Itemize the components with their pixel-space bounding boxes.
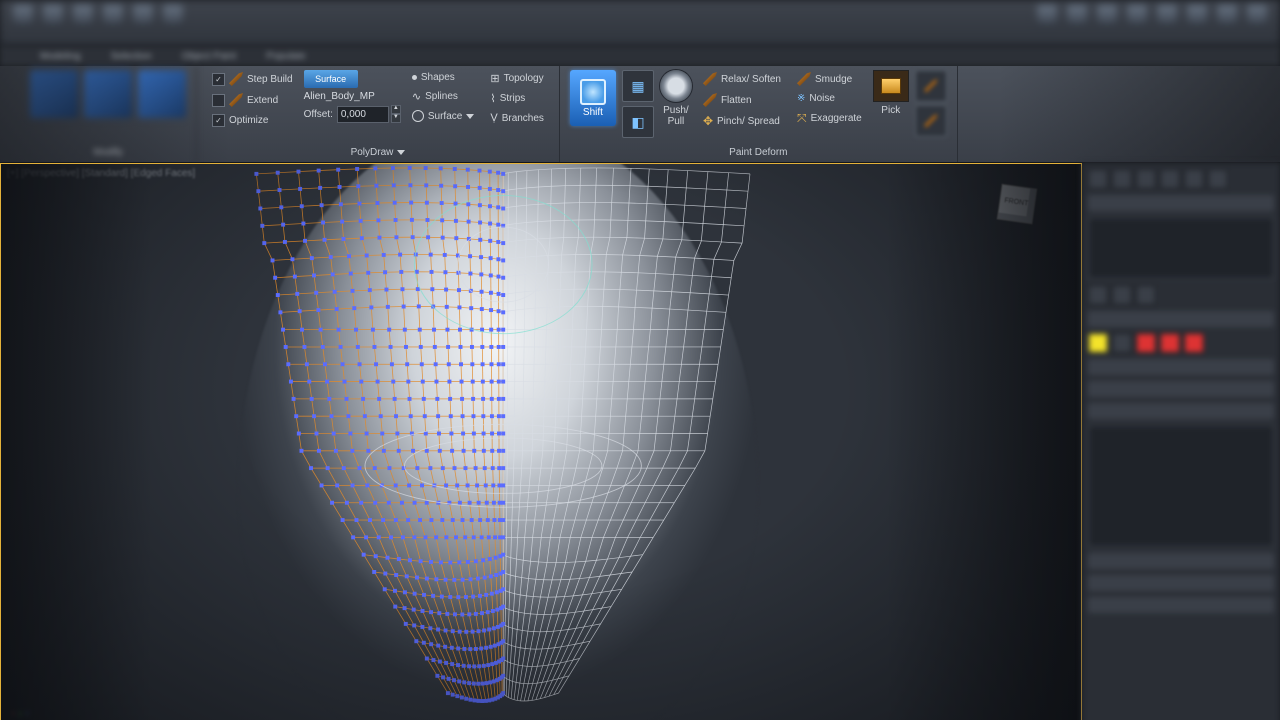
extend-checkbox[interactable] — [212, 94, 225, 107]
exaggerate-button[interactable]: ⤧ Exaggerate — [792, 109, 867, 128]
flatten-button[interactable]: Flatten — [698, 91, 786, 109]
relax-label: Relax/ Soften — [721, 74, 781, 85]
surface-mode-button[interactable]: Surface — [304, 70, 358, 88]
splines-button[interactable]: ∿ Splines — [407, 88, 479, 105]
brush-icon — [703, 72, 717, 86]
pencil-icon — [229, 72, 243, 86]
brush-icon — [703, 93, 717, 107]
pencil-icon — [229, 93, 243, 107]
object-name-label: Alien_Body_MP — [304, 91, 401, 102]
chevron-down-icon — [466, 114, 474, 119]
viewcube[interactable]: FRONT — [997, 184, 1038, 225]
strips-icon: ⌇ — [490, 92, 495, 105]
noise-label: Noise — [809, 93, 835, 104]
pinch-icon: ✥ — [703, 114, 713, 128]
paintdeform-panel-label[interactable]: Paint Deform — [570, 144, 947, 160]
strips-button[interactable]: ⌇ Strips — [485, 90, 549, 107]
polydraw-panel: ✓ Step Build Extend ✓ Optimize Surface — [197, 66, 560, 162]
smudge-label: Smudge — [815, 74, 852, 85]
branches-button[interactable]: Ṿ Branches — [485, 110, 549, 126]
chevron-down-icon — [397, 150, 405, 155]
spinner-down-icon[interactable]: ▼ — [391, 114, 401, 123]
constrain2-button[interactable]: ◧ — [622, 106, 654, 138]
ribbon: Modify ✓ Step Build Extend ✓ Optimize — [0, 66, 1280, 163]
shift-button[interactable]: Shift — [570, 70, 616, 126]
stepbuild-button[interactable]: ✓ Step Build — [207, 70, 298, 88]
splines-label: Splines — [425, 91, 458, 102]
optimize-label: Optimize — [229, 115, 268, 126]
pick-button[interactable] — [873, 70, 909, 102]
noise-button[interactable]: ※ Noise — [792, 91, 867, 106]
pinch-button[interactable]: ✥ Pinch/ Spread — [698, 112, 786, 130]
spline-icon: ∿ — [412, 90, 421, 103]
circle-icon — [412, 110, 424, 122]
wireframe-overlay — [1, 164, 1081, 720]
topology-button[interactable]: ⊞ Topology — [485, 70, 549, 87]
branches-icon: Ṿ — [490, 112, 497, 124]
strips-label: Strips — [500, 93, 526, 104]
pick-label: Pick — [881, 105, 900, 116]
paintdeform-panel: Shift ▦ ◧ Push/ Pull Relax/ Soften — [560, 66, 958, 162]
pinch-label: Pinch/ Spread — [717, 116, 780, 127]
smudge-button[interactable]: Smudge — [792, 70, 867, 88]
shift-icon — [580, 79, 606, 105]
paint-options2-button[interactable] — [915, 105, 947, 137]
ribbon-tabs-blur: ModelingSelectionObject PaintPopulate — [0, 46, 1280, 66]
exaggerate-icon: ⤧ — [797, 111, 807, 126]
relax-button[interactable]: Relax/ Soften — [698, 70, 786, 88]
flatten-label: Flatten — [721, 95, 752, 106]
viewport[interactable]: [+] [Perspective] [Standard] [Edged Face… — [0, 163, 1082, 720]
optimize-button[interactable]: ✓ Optimize — [207, 112, 298, 129]
offset-spinner[interactable]: ▲▼ — [337, 105, 401, 123]
titlebar-blur — [0, 0, 1280, 46]
offset-input[interactable] — [337, 106, 389, 123]
shift-label: Shift — [583, 107, 603, 118]
surface-button[interactable]: Surface — [407, 108, 479, 124]
shapes-button[interactable]: Shapes — [407, 70, 479, 85]
pushpull-label: Push/ Pull — [663, 105, 689, 127]
dot-icon — [412, 75, 417, 80]
pushpull-icon — [660, 70, 692, 102]
noise-icon: ※ — [797, 93, 805, 104]
stepbuild-label: Step Build — [247, 74, 293, 85]
extend-button[interactable]: Extend — [207, 91, 298, 109]
paint-options-button[interactable] — [915, 70, 947, 102]
topology-icon: ⊞ — [490, 72, 499, 85]
command-panel-blur — [1082, 163, 1280, 720]
grid-icon: ▦ — [631, 78, 644, 95]
topology-label: Topology — [504, 73, 544, 84]
constrain-button[interactable]: ▦ — [622, 70, 654, 102]
shapes-label: Shapes — [421, 72, 455, 83]
offset-label: Offset: — [304, 109, 333, 120]
stepbuild-checkbox[interactable]: ✓ — [212, 73, 225, 86]
polydraw-panel-label[interactable]: PolyDraw — [207, 144, 549, 160]
branches-label: Branches — [502, 113, 544, 124]
square-icon: ◧ — [631, 114, 644, 131]
surface-mode-label: Surface — [315, 74, 346, 84]
axis-gizmo: x y z — [11, 708, 30, 718]
brush-icon — [797, 72, 811, 86]
optimize-checkbox[interactable]: ✓ — [212, 114, 225, 127]
exaggerate-label: Exaggerate — [811, 113, 862, 124]
surface-label: Surface — [428, 111, 462, 122]
spinner-up-icon[interactable]: ▲ — [391, 105, 401, 114]
extend-label: Extend — [247, 95, 278, 106]
swatch-icon — [881, 78, 901, 94]
